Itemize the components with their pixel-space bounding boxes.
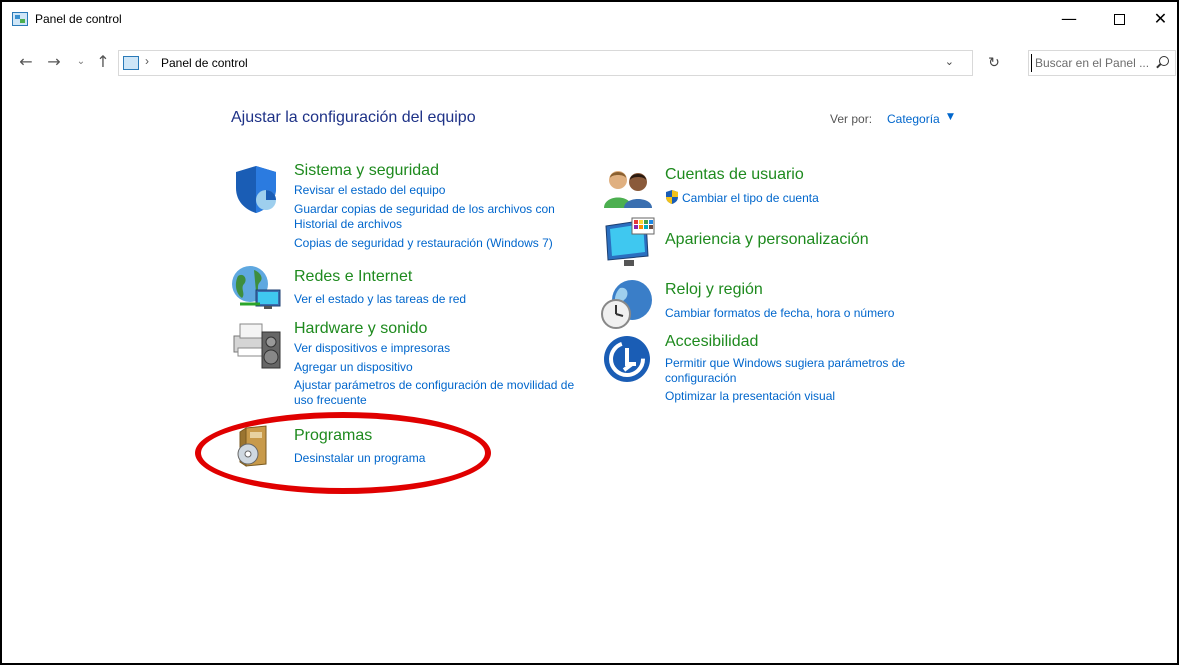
uac-shield-icon	[666, 190, 678, 204]
link-windows-suggest-cont[interactable]: configuración	[665, 370, 736, 386]
view-by-dropdown[interactable]: Categoría	[887, 112, 940, 126]
maximize-icon	[1113, 14, 1125, 25]
category-accessibility[interactable]: Accesibilidad	[665, 333, 758, 351]
globe-network-icon[interactable]	[230, 264, 284, 312]
view-by-label: Ver por:	[830, 112, 873, 126]
category-network-internet[interactable]: Redes e Internet	[294, 268, 412, 286]
control-panel-icon	[12, 12, 28, 26]
up-button[interactable]: ↑	[94, 48, 112, 76]
shield-icon[interactable]	[232, 164, 280, 214]
back-button[interactable]: ←	[16, 48, 36, 76]
highlight-circle	[195, 412, 491, 494]
link-add-device[interactable]: Agregar un dispositivo	[294, 359, 413, 375]
search-box[interactable]	[1028, 50, 1176, 76]
minimize-button[interactable]: —	[1047, 2, 1091, 36]
link-optimize-display[interactable]: Optimizar la presentación visual	[665, 388, 835, 404]
link-windows-suggest[interactable]: Permitir que Windows sugiera parámetros …	[665, 355, 905, 371]
link-change-formats[interactable]: Cambiar formatos de fecha, hora o número	[665, 305, 894, 321]
link-check-status[interactable]: Revisar el estado del equipo	[294, 182, 445, 198]
search-icon[interactable]	[1159, 56, 1169, 66]
category-hardware-sound[interactable]: Hardware y sonido	[294, 320, 427, 338]
page-title: Ajustar la configuración del equipo	[231, 109, 476, 126]
maximize-button[interactable]	[1097, 2, 1141, 36]
accessibility-icon[interactable]	[602, 334, 652, 384]
recent-locations-button[interactable]: ⌄	[74, 48, 88, 76]
breadcrumb-control-panel[interactable]: Panel de control	[161, 56, 248, 70]
refresh-button[interactable]: ↻	[983, 50, 1005, 76]
close-button[interactable]: ✕	[1142, 2, 1179, 36]
printer-speaker-icon[interactable]	[230, 318, 284, 370]
control-panel-icon	[123, 56, 139, 70]
link-network-status[interactable]: Ver el estado y las tareas de red	[294, 291, 466, 307]
monitor-palette-icon[interactable]	[602, 216, 656, 268]
link-file-history[interactable]: Guardar copias de seguridad de los archi…	[294, 201, 555, 217]
link-devices-printers[interactable]: Ver dispositivos e impresoras	[294, 340, 450, 356]
users-icon[interactable]	[602, 168, 656, 208]
search-input[interactable]	[1031, 54, 1149, 72]
dropdown-arrow-icon[interactable]: ▼	[947, 112, 954, 122]
link-backup-restore[interactable]: Copias de seguridad y restauración (Wind…	[294, 235, 553, 251]
category-clock-region[interactable]: Reloj y región	[665, 281, 763, 299]
category-system-security[interactable]: Sistema y seguridad	[294, 162, 439, 180]
link-file-history-cont[interactable]: Historial de archivos	[294, 216, 402, 232]
clock-globe-icon[interactable]	[600, 278, 656, 330]
address-bar[interactable]: › Panel de control ⌄	[118, 50, 973, 76]
link-mobility-settings-cont[interactable]: uso frecuente	[294, 392, 367, 408]
category-appearance[interactable]: Apariencia y personalización	[665, 231, 869, 249]
category-user-accounts[interactable]: Cuentas de usuario	[665, 166, 804, 184]
window-title: Panel de control	[35, 12, 122, 26]
navigation-bar: ← → ⌄ ↑ › Panel de control ⌄ ↻	[2, 48, 1177, 76]
address-dropdown-button[interactable]: ⌄	[945, 55, 954, 68]
forward-button[interactable]: →	[44, 48, 64, 76]
control-panel-window: Panel de control — ✕ ← → ⌄ ↑ › Panel de …	[0, 0, 1179, 665]
title-bar: Panel de control — ✕	[2, 2, 1177, 42]
breadcrumb-separator[interactable]: ›	[145, 54, 149, 68]
link-mobility-settings[interactable]: Ajustar parámetros de configuración de m…	[294, 377, 574, 393]
link-change-account-type[interactable]: Cambiar el tipo de cuenta	[682, 190, 819, 206]
